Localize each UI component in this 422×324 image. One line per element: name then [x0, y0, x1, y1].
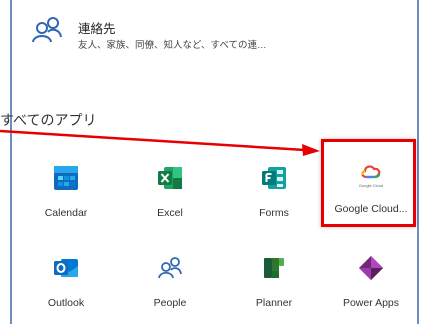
forms-icon — [262, 167, 286, 189]
app-tile-excel[interactable]: Excel — [124, 148, 216, 228]
planner-icon — [264, 258, 284, 278]
calendar-icon — [54, 166, 78, 190]
contacts-description: 友人、家族、同僚、知人など、すべての連… — [78, 40, 267, 51]
panel-right-border — [417, 0, 419, 324]
power-apps-icon — [359, 256, 383, 280]
app-tile-forms[interactable]: Forms — [228, 148, 320, 228]
app-tile-people[interactable]: People — [124, 238, 216, 318]
all-apps-heading: すべてのアプリ — [0, 112, 97, 128]
outlook-icon — [54, 259, 78, 277]
app-tile-planner[interactable]: Planner — [228, 238, 320, 318]
app-tile-google-cloud[interactable]: Google Cloud — [325, 148, 417, 228]
people-icon — [32, 17, 62, 43]
app-label: Google Cloud... — [334, 203, 408, 215]
excel-icon — [158, 167, 182, 189]
contacts-app-row[interactable]: 連絡先 友人、家族、同僚、知人など、すべての連… — [30, 12, 410, 56]
app-label: People — [153, 297, 187, 309]
app-label: Power Apps — [342, 297, 400, 309]
app-label: Excel — [157, 207, 183, 219]
people-icon — [158, 257, 182, 279]
app-label: Outlook — [47, 297, 85, 309]
contacts-title: 連絡先 — [78, 22, 116, 36]
google-cloud-tiny-text: Google Cloud — [358, 183, 384, 188]
app-tile-calendar[interactable]: Calendar — [20, 148, 112, 228]
app-launcher-panel: 連絡先 友人、家族、同僚、知人など、すべての連… すべてのアプリ Calenda… — [0, 0, 422, 324]
app-label: Forms — [259, 207, 289, 219]
app-tile-outlook[interactable]: Outlook — [20, 238, 112, 318]
app-tile-power-apps[interactable]: Power Apps — [325, 238, 417, 318]
app-label: Calendar — [44, 207, 88, 219]
panel-left-border — [10, 0, 12, 324]
app-label: Planner — [255, 297, 293, 309]
